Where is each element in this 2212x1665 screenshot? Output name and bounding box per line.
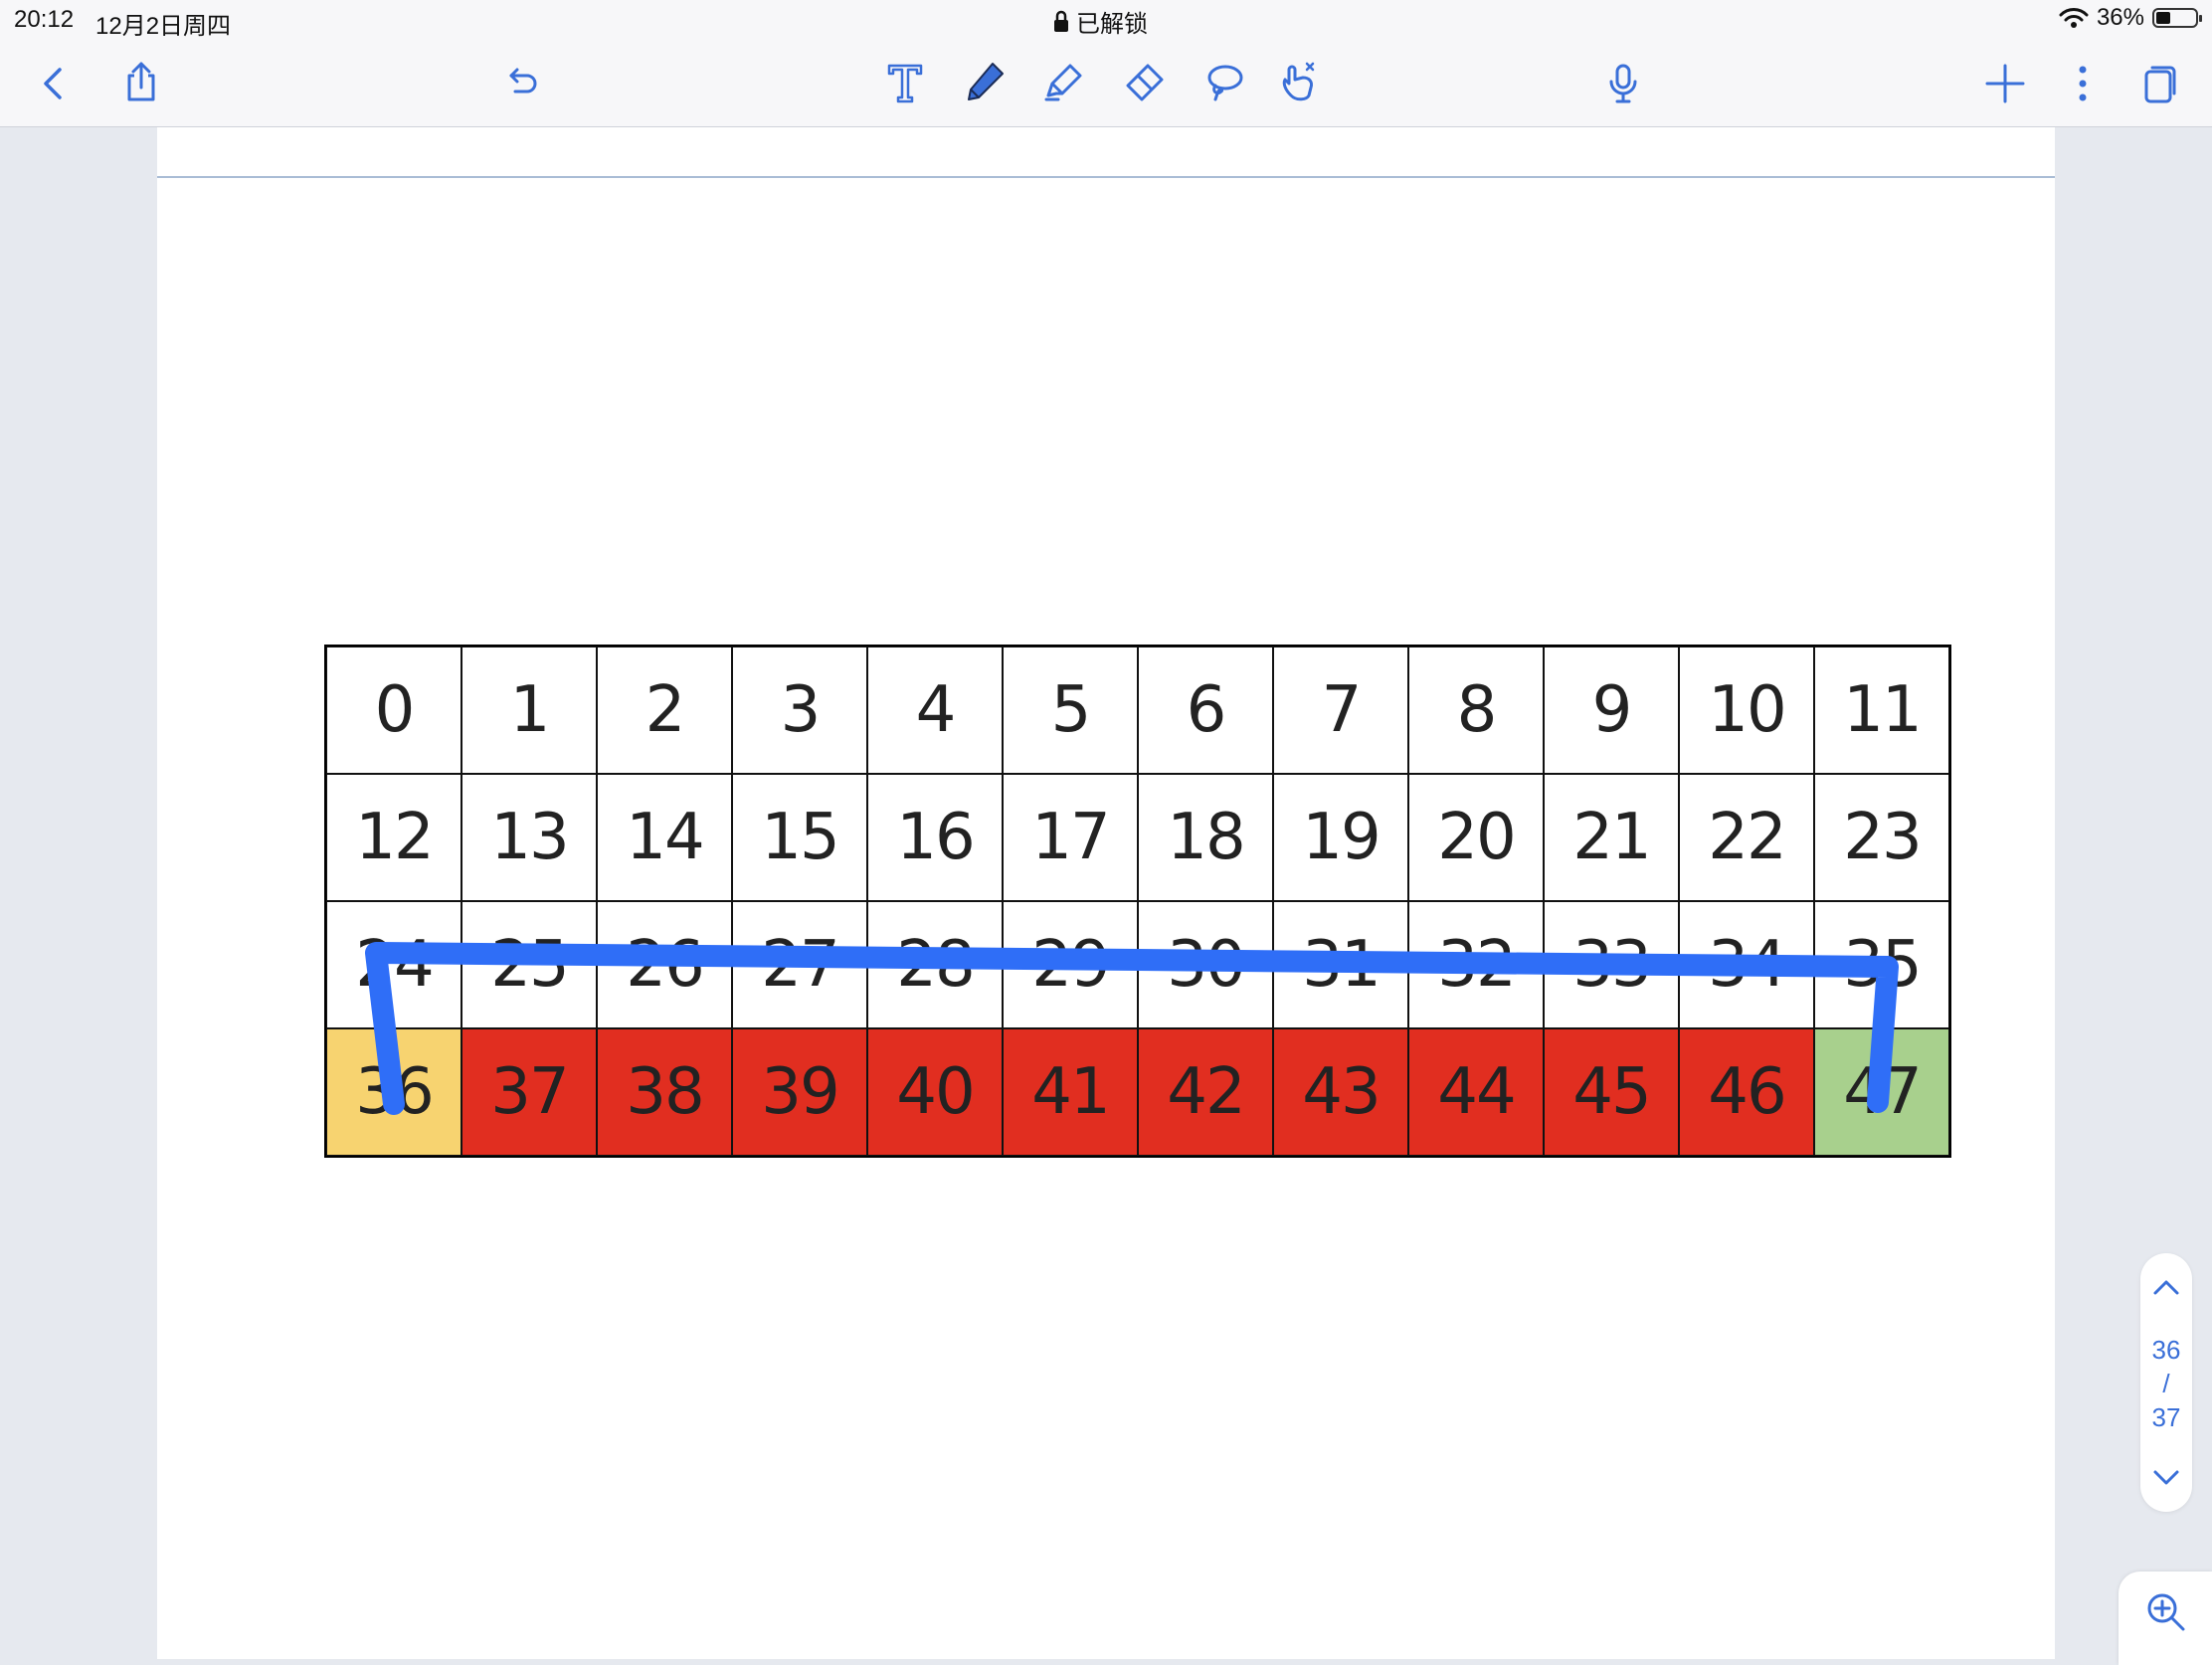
- grid-cell: 18: [1138, 774, 1273, 901]
- grid-cell: 23: [1814, 774, 1949, 901]
- grid-cell: 37: [461, 1028, 597, 1156]
- grid-cell: 1: [461, 647, 597, 774]
- grid-cell: 39: [732, 1028, 867, 1156]
- grid-cell: 6: [1138, 647, 1273, 774]
- eraser-icon: [1126, 64, 1164, 101]
- add-button[interactable]: [1979, 58, 2031, 109]
- grid-cell: 47: [1814, 1028, 1949, 1156]
- page-indicator: 36 / 37: [2140, 1333, 2192, 1434]
- lock-icon: [1054, 10, 1068, 32]
- grid-cell: 45: [1544, 1028, 1679, 1156]
- grid-cell: 15: [732, 774, 867, 901]
- grid-cell: 29: [1003, 901, 1138, 1028]
- grid-cell: 13: [461, 774, 597, 901]
- grid-cell: 40: [867, 1028, 1003, 1156]
- undo-button[interactable]: [495, 58, 547, 109]
- grid-cell: 12: [326, 774, 461, 901]
- pen-tool-button[interactable]: [959, 56, 1011, 107]
- current-page: 36: [2151, 1335, 2181, 1365]
- grid-cell: 46: [1679, 1028, 1814, 1156]
- undo-icon: [509, 68, 537, 93]
- highlighter-icon: [1044, 64, 1082, 101]
- pen-icon: [968, 63, 1004, 100]
- grid-cell: 19: [1273, 774, 1408, 901]
- total-pages: 37: [2151, 1402, 2181, 1432]
- chevron-down-icon: [2153, 1470, 2179, 1485]
- grid-cell: 21: [1544, 774, 1679, 901]
- grid-cell: 35: [1814, 901, 1949, 1028]
- grid-cell: 22: [1679, 774, 1814, 901]
- page-separator: /: [2162, 1369, 2170, 1398]
- grid-cell: 2: [597, 647, 732, 774]
- page-up-button[interactable]: [2140, 1267, 2192, 1307]
- zoom-in-icon: [2147, 1593, 2185, 1631]
- grid-cell: 25: [461, 901, 597, 1028]
- text-tool-icon: [887, 64, 923, 103]
- grid-cell: 34: [1679, 901, 1814, 1028]
- grid-cell: 10: [1679, 647, 1814, 774]
- hand-tool-button[interactable]: [1273, 56, 1325, 107]
- status-time: 20:12: [14, 6, 75, 33]
- grid-cell: 0: [326, 647, 461, 774]
- grid-cell: 3: [732, 647, 867, 774]
- grid-cell: 32: [1408, 901, 1544, 1028]
- back-icon: [44, 68, 62, 99]
- grid-cell: 8: [1408, 647, 1544, 774]
- highlighter-tool-button[interactable]: [1038, 56, 1090, 107]
- battery-fill: [2156, 12, 2170, 24]
- grid-cell: 11: [1814, 647, 1949, 774]
- battery-icon: [2152, 8, 2202, 28]
- grid-cell: 7: [1273, 647, 1408, 774]
- text-tool-button[interactable]: [879, 56, 931, 107]
- page-down-button[interactable]: [2140, 1458, 2192, 1498]
- lasso-icon: [1207, 65, 1243, 101]
- grid-cell: 41: [1003, 1028, 1138, 1156]
- page-navigator: 36 / 37: [2140, 1253, 2192, 1512]
- grid-cell: 38: [597, 1028, 732, 1156]
- status-date: 12月2日周四: [95, 13, 232, 40]
- pages-button[interactable]: [2134, 58, 2186, 109]
- grid-cell: 4: [867, 647, 1003, 774]
- lock-label: 已解锁: [1076, 11, 1148, 38]
- grid-cell: 17: [1003, 774, 1138, 901]
- grid-cell: 44: [1408, 1028, 1544, 1156]
- share-icon: [127, 62, 155, 101]
- grid-cell: 42: [1138, 1028, 1273, 1156]
- grid-cell: 24: [326, 901, 461, 1028]
- number-grid: 0 1 2 3 4 5 6 7 8 9 10 11 12 13 14 15 16 17 18 19 20 21 22 23 24…: [324, 645, 1951, 1158]
- grid-cell: 33: [1544, 901, 1679, 1028]
- more-icon: [2079, 66, 2087, 101]
- toolbar: [0, 40, 2212, 127]
- grid-cell: 5: [1003, 647, 1138, 774]
- grid-cell: 16: [867, 774, 1003, 901]
- grid-cell: 31: [1273, 901, 1408, 1028]
- grid-cell: 43: [1273, 1028, 1408, 1156]
- plus-icon: [1985, 64, 2025, 103]
- grid-cell: 9: [1544, 647, 1679, 774]
- chevron-up-icon: [2153, 1280, 2179, 1295]
- microphone-icon: [1609, 64, 1637, 103]
- more-button[interactable]: [2057, 58, 2109, 109]
- grid-cell: 28: [867, 901, 1003, 1028]
- microphone-button[interactable]: [1597, 58, 1649, 109]
- status-bar: 20:12 12月2日周四 已解锁 36%: [0, 0, 2212, 40]
- grid-cell: 27: [732, 901, 867, 1028]
- back-button[interactable]: [28, 58, 80, 109]
- zoom-button[interactable]: [2119, 1572, 2212, 1665]
- pages-icon: [2144, 66, 2176, 103]
- grid-cell: 20: [1408, 774, 1544, 901]
- eraser-tool-button[interactable]: [1118, 56, 1170, 107]
- grid-cell: 14: [597, 774, 732, 901]
- lock-status: 已解锁: [1052, 4, 1148, 39]
- wifi-icon: [2059, 8, 2089, 28]
- grid-cell: 36: [326, 1028, 461, 1156]
- battery-percent: 36%: [2096, 4, 2144, 31]
- grid-cell: 30: [1138, 901, 1273, 1028]
- status-right: 36%: [2059, 4, 2202, 32]
- grid-cell: 26: [597, 901, 732, 1028]
- share-button[interactable]: [115, 56, 167, 107]
- lasso-tool-button[interactable]: [1198, 56, 1249, 107]
- hand-pointer-icon: [1282, 62, 1315, 101]
- page-header-line: [157, 176, 2055, 178]
